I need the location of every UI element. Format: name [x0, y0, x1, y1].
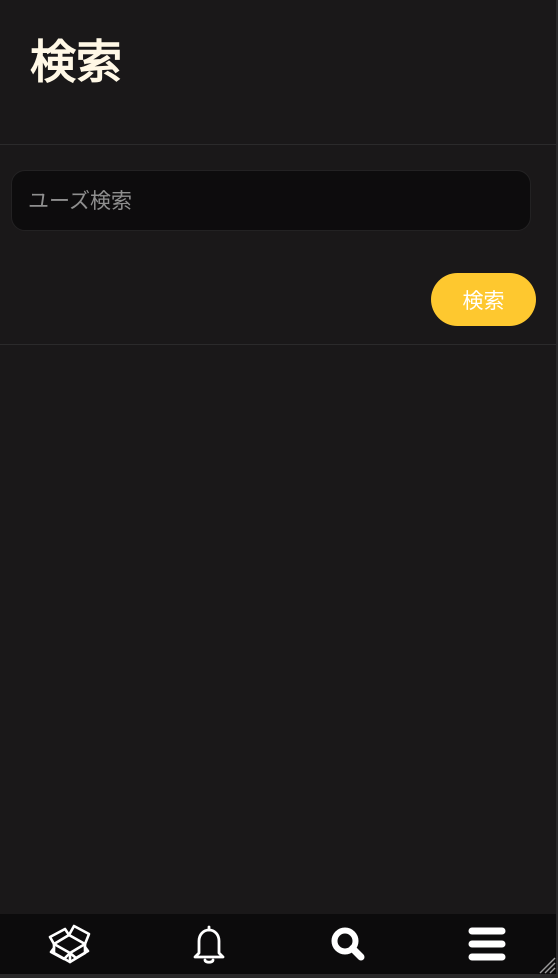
search-button[interactable]: 検索	[431, 273, 536, 326]
search-section: 検索	[0, 145, 556, 345]
header: 検索	[0, 0, 556, 145]
nav-item-notifications[interactable]	[139, 914, 278, 974]
open-box-icon	[48, 924, 90, 964]
nav-item-items[interactable]	[0, 914, 139, 974]
nav-item-search[interactable]	[278, 914, 417, 974]
menu-icon	[468, 927, 505, 961]
search-icon	[331, 927, 364, 961]
page-title: 検索	[30, 35, 122, 89]
resize-grip-icon[interactable]	[536, 954, 556, 974]
bottom-nav	[0, 914, 556, 974]
search-input[interactable]	[11, 170, 531, 231]
bell-icon	[193, 925, 224, 964]
app-window: 検索 検索	[0, 0, 558, 978]
window-bottom-edge	[0, 974, 558, 978]
